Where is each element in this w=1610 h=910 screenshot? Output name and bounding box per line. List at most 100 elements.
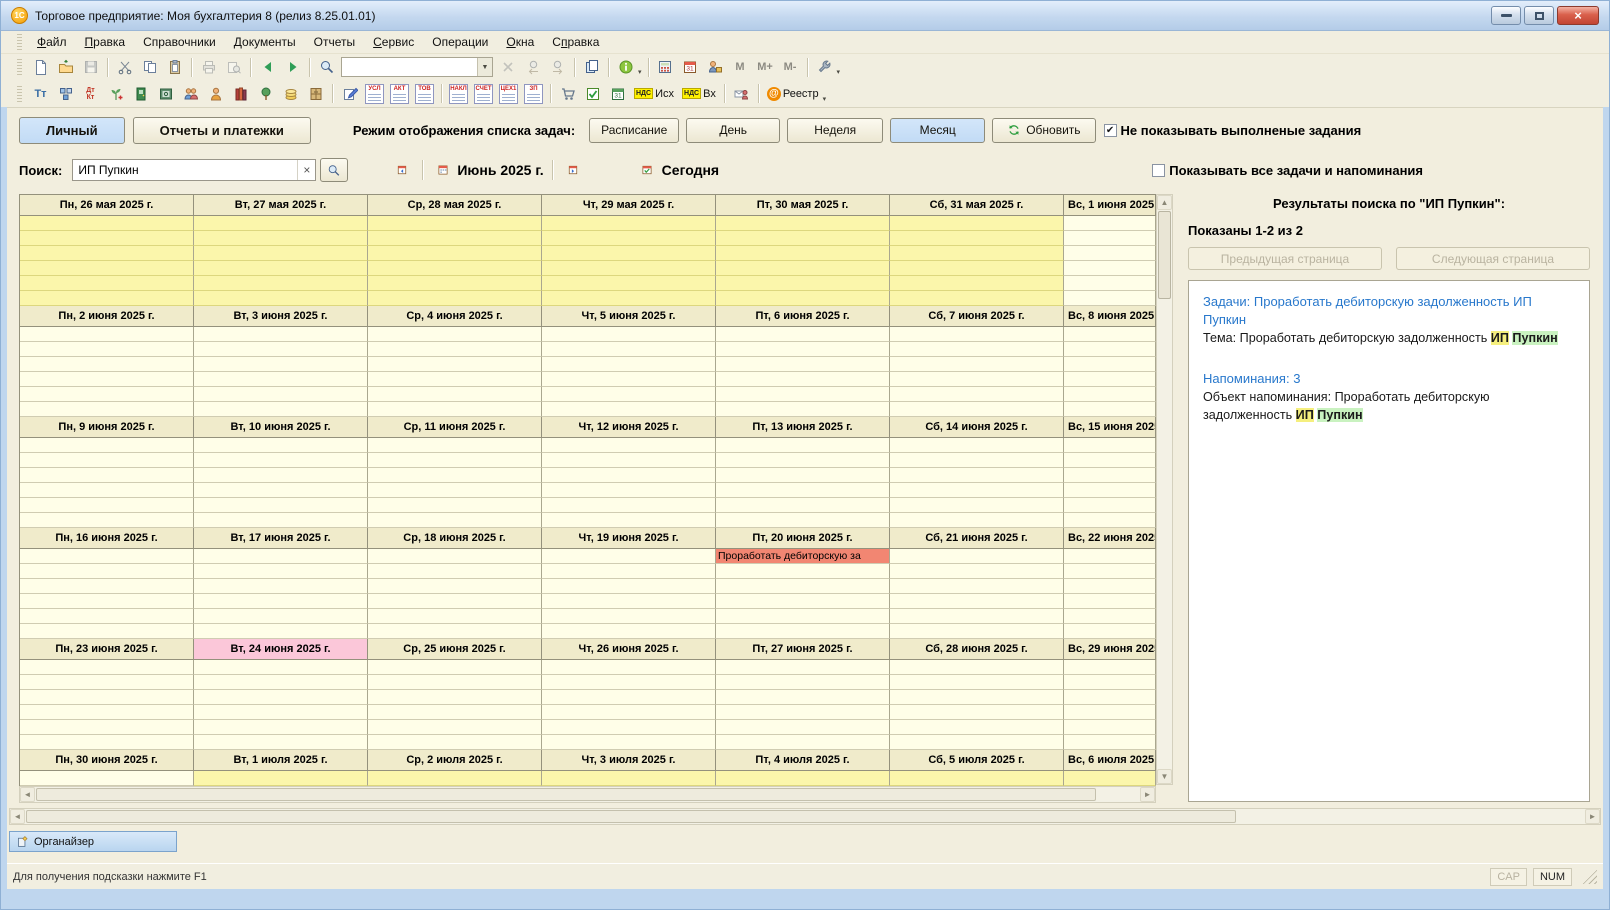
- day-header[interactable]: Ср, 25 июня 2025 г.: [368, 639, 542, 660]
- calendar-cell[interactable]: [20, 276, 194, 291]
- calendar-cell[interactable]: [20, 705, 194, 720]
- journals-icon[interactable]: [228, 82, 253, 105]
- calendar-cell[interactable]: [890, 690, 1064, 705]
- memory-subtract-button[interactable]: M-: [778, 56, 803, 79]
- calendar-cell[interactable]: [890, 513, 1064, 528]
- calendar-cell[interactable]: [194, 246, 368, 261]
- calendar-cell[interactable]: [716, 327, 890, 342]
- warehouse-icon[interactable]: [303, 82, 328, 105]
- run-search-button[interactable]: [320, 158, 348, 182]
- calendar-cell[interactable]: [20, 357, 194, 372]
- calendar-cell[interactable]: [1064, 690, 1156, 705]
- day-header[interactable]: Чт, 19 июня 2025 г.: [542, 528, 716, 549]
- calendar-cell[interactable]: [1064, 549, 1156, 564]
- calendar-cell[interactable]: [20, 246, 194, 261]
- calendar-cell[interactable]: [20, 660, 194, 675]
- calendar-icon[interactable]: [678, 56, 703, 79]
- redo-icon[interactable]: [280, 56, 305, 79]
- dropdown-caret-icon[interactable]: ▾: [823, 95, 827, 103]
- calendar-cell[interactable]: [1064, 705, 1156, 720]
- menu-операции[interactable]: Операции: [423, 33, 497, 51]
- mode-month-button[interactable]: Месяц: [890, 118, 985, 143]
- invoice-doc-icon[interactable]: СЧЕТ: [471, 82, 496, 105]
- calendar-cell[interactable]: [542, 291, 716, 306]
- money-icon[interactable]: [278, 82, 303, 105]
- calendar-cell[interactable]: [368, 564, 542, 579]
- approve-doc-icon[interactable]: [580, 82, 605, 105]
- calendar-cell[interactable]: [542, 624, 716, 639]
- calendar-cell[interactable]: [20, 387, 194, 402]
- calendar-cell[interactable]: [716, 705, 890, 720]
- calendar-cell[interactable]: [890, 564, 1064, 579]
- calendar-cell[interactable]: [368, 342, 542, 357]
- day-header[interactable]: Вт, 17 июня 2025 г.: [194, 528, 368, 549]
- calendar-cell[interactable]: [716, 291, 890, 306]
- calendar-cell[interactable]: [20, 453, 194, 468]
- calendar-cell[interactable]: [194, 327, 368, 342]
- scroll-up-arrow[interactable]: ▲: [1157, 195, 1172, 210]
- new-document-icon[interactable]: [28, 56, 53, 79]
- calendar-cell[interactable]: [194, 372, 368, 387]
- calendar-cell[interactable]: [194, 720, 368, 735]
- day-header[interactable]: Вс, 15 июня 2025 г.: [1064, 417, 1156, 438]
- quick-search-input[interactable]: [342, 59, 477, 75]
- calendar-cell[interactable]: [194, 342, 368, 357]
- calendar-cell[interactable]: [20, 564, 194, 579]
- calendar-cell[interactable]: [194, 771, 368, 786]
- menu-файл[interactable]: Файл: [28, 33, 76, 51]
- calendar-cell[interactable]: [716, 372, 890, 387]
- calendar-cell[interactable]: [542, 387, 716, 402]
- calendar-cell[interactable]: [890, 483, 1064, 498]
- day-header[interactable]: Вт, 27 мая 2025 г.: [194, 195, 368, 216]
- user-rights-icon[interactable]: [703, 56, 728, 79]
- result-link-tasks[interactable]: Задачи: Проработать дебиторскую задолжен…: [1203, 293, 1575, 328]
- calendar-cell[interactable]: [890, 453, 1064, 468]
- calendar-cell[interactable]: [1064, 342, 1156, 357]
- structure-icon[interactable]: [53, 82, 78, 105]
- calendar-cell[interactable]: [368, 387, 542, 402]
- calendar-cell[interactable]: [716, 735, 890, 750]
- calendar-cell[interactable]: [890, 291, 1064, 306]
- calendar-cell[interactable]: [20, 624, 194, 639]
- calendar-cell[interactable]: [716, 579, 890, 594]
- calendar-cell[interactable]: [890, 327, 1064, 342]
- day-header[interactable]: Сб, 28 июня 2025 г.: [890, 639, 1064, 660]
- calendar-cell[interactable]: [890, 660, 1064, 675]
- day-header[interactable]: Ср, 2 июля 2025 г.: [368, 750, 542, 771]
- calendar-cell[interactable]: [542, 342, 716, 357]
- calendar-cell[interactable]: [368, 771, 542, 786]
- calendar-cell[interactable]: [368, 660, 542, 675]
- day-header[interactable]: Ср, 11 июня 2025 г.: [368, 417, 542, 438]
- cut-icon[interactable]: [112, 56, 137, 79]
- calendar-cell[interactable]: [194, 594, 368, 609]
- calendar-vertical-scrollbar[interactable]: ▲ ▼: [1156, 194, 1173, 785]
- calendar-cell[interactable]: [20, 468, 194, 483]
- calendar-cell[interactable]: [716, 609, 890, 624]
- next-month-button[interactable]: [561, 158, 585, 182]
- calendar-cell[interactable]: [542, 372, 716, 387]
- calendar-cell[interactable]: [890, 594, 1064, 609]
- calendar-cell[interactable]: [542, 720, 716, 735]
- calendar-cell[interactable]: [20, 675, 194, 690]
- calendar-cell[interactable]: [368, 372, 542, 387]
- calendar-cell[interactable]: [368, 498, 542, 513]
- calendar-cell[interactable]: [194, 705, 368, 720]
- menu-сервис[interactable]: Сервис: [364, 33, 423, 51]
- calendar-cell[interactable]: [194, 690, 368, 705]
- calendar-cell[interactable]: [716, 402, 890, 417]
- day-header[interactable]: Пн, 26 мая 2025 г.: [20, 195, 194, 216]
- calendar-cell[interactable]: [20, 291, 194, 306]
- purchases-cart-icon[interactable]: [555, 82, 580, 105]
- calendar-cell[interactable]: [1064, 276, 1156, 291]
- calendar-cell[interactable]: [20, 735, 194, 750]
- day-header[interactable]: Сб, 21 июня 2025 г.: [890, 528, 1064, 549]
- organization-icon[interactable]: [128, 82, 153, 105]
- calendar-cell[interactable]: [542, 564, 716, 579]
- day-header[interactable]: Пн, 2 июня 2025 г.: [20, 306, 194, 327]
- calendar-cell[interactable]: [368, 453, 542, 468]
- calendar-cell[interactable]: [1064, 231, 1156, 246]
- menu-справочники[interactable]: Справочники: [134, 33, 225, 51]
- today-button[interactable]: [635, 158, 659, 182]
- calendar-cell[interactable]: [716, 594, 890, 609]
- calendar-cell[interactable]: [1064, 660, 1156, 675]
